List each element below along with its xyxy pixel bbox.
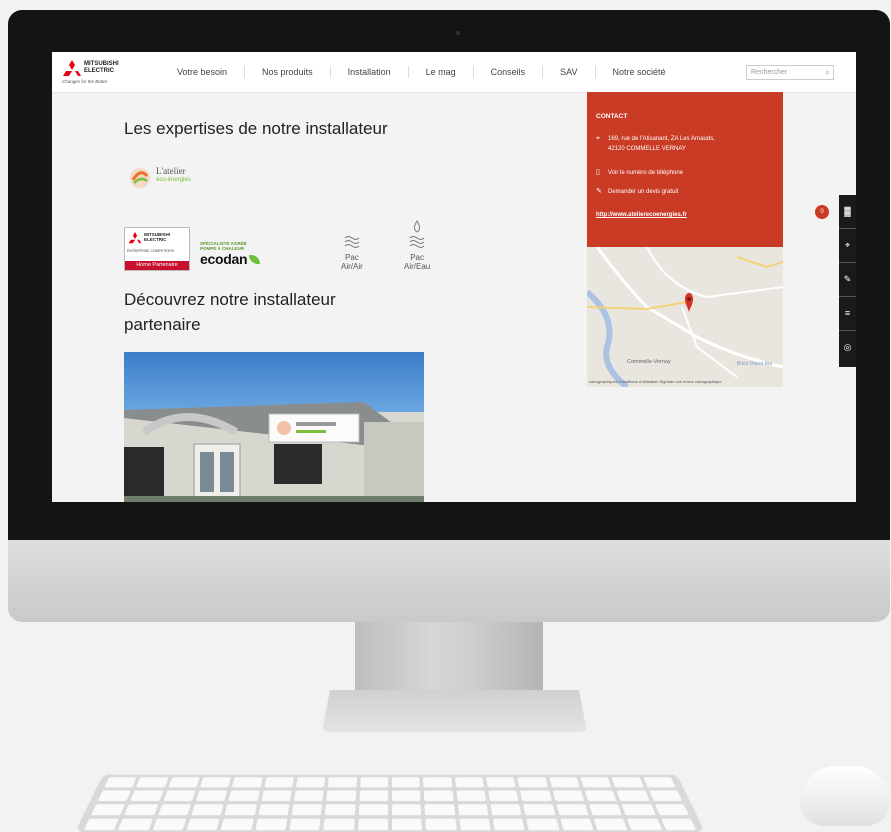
contact-quote-link[interactable]: ✎ Demander un devis gratuit (596, 187, 678, 197)
badge-bar: Home Partenaire (125, 261, 189, 270)
monitor-stand-base (322, 690, 587, 732)
main-nav: Votre besoin Nos produits Installation L… (160, 52, 683, 92)
logo-tagline: Changes for the Better (62, 79, 108, 84)
map-town-label: Commelle-Vernay (627, 359, 671, 365)
nav-sav[interactable]: SAV (543, 66, 596, 78)
latelier-sub: éco-énergies (156, 177, 191, 183)
nav-conseils[interactable]: Conseils (474, 66, 544, 78)
latelier-name: L'atelier (156, 166, 186, 176)
search-icon[interactable]: ⌕ (825, 67, 830, 78)
side-toolbar: ▓ ⌖ ✎ ≡ ◎ (839, 195, 856, 367)
compass-icon[interactable]: ◎ (839, 331, 856, 364)
logo-line2: ELECTRIC (84, 68, 114, 74)
pac-air-eau: Pac Air/Eau (404, 219, 430, 271)
browser-screen: MITSUBISHI ELECTRIC Changes for the Bett… (52, 52, 856, 502)
logo-line1: MITSUBISHI (84, 61, 119, 67)
leaf-icon (249, 255, 261, 264)
air-waves-icon (344, 236, 360, 248)
pac-air-air: Pac Air/Air (341, 233, 363, 271)
badge-brand: MITSUBISHI ELECTRIC (144, 232, 171, 242)
nav-nos-produits[interactable]: Nos produits (245, 66, 331, 78)
partner-title: Découvrez notre installateur partenaire (124, 290, 336, 334)
map-poi-label: Brico Depot Ria (737, 361, 772, 367)
nav-le-mag[interactable]: Le mag (409, 66, 474, 78)
badge-sub: ENTREPRISE COMPETENTE (127, 249, 175, 253)
pac-air-eau-label: Pac Air/Eau (404, 253, 431, 271)
mouse (800, 766, 890, 826)
notification-badge[interactable]: 0 (815, 205, 829, 219)
expertise-title: Les expertises de notre installateur (124, 119, 388, 138)
building-illustration (124, 402, 424, 502)
search-placeholder: Rechercher (751, 69, 788, 76)
monitor-chin (8, 540, 890, 622)
location-map[interactable]: Commelle-Vernay Brico Depot Ria cartogra… (587, 247, 783, 387)
contact-address: ⌖ 169, rue de l'Atisanant, ZA Les Arnauds… (596, 135, 715, 152)
keyboard (75, 774, 705, 832)
monitor-stand (355, 622, 543, 694)
map-illustration: Commelle-Vernay Brico Depot Ria (587, 247, 783, 387)
latelier-swirl-icon (130, 168, 150, 188)
contact-website-link[interactable]: http://www.atelierecoenergies.fr (596, 210, 687, 220)
location-pin-icon: ⌖ (596, 135, 600, 142)
edit-icon: ✎ (596, 188, 602, 195)
compare-icon[interactable]: ▓ (839, 195, 856, 229)
phone-icon: ▯ (596, 169, 600, 176)
installer-building-photo (124, 352, 424, 502)
water-drop-waves-icon (409, 220, 425, 248)
contact-phone-link[interactable]: ▯ Voir le numéro de téléphone (596, 168, 683, 178)
mitsubishi-diamonds-icon (63, 60, 81, 76)
nav-notre-societe[interactable]: Notre société (596, 66, 683, 78)
latelier-eco-energies-logo: L'atelier éco-énergies (124, 160, 214, 206)
pac-air-air-label: Pac Air/Air (341, 253, 363, 271)
sliders-icon[interactable]: ≡ (839, 297, 856, 331)
site-header: MITSUBISHI ELECTRIC Changes for the Bett… (52, 52, 856, 93)
nav-installation[interactable]: Installation (331, 66, 409, 78)
search-input[interactable]: Rechercher ⌕ (746, 65, 834, 80)
nav-votre-besoin[interactable]: Votre besoin (160, 66, 246, 78)
camera-dot (456, 31, 460, 35)
edit-icon[interactable]: ✎ (839, 263, 856, 297)
contact-panel: CONTACT ⌖ 169, rue de l'Atisanant, ZA Les… (587, 92, 783, 247)
ecodan-word: ecodan (200, 251, 248, 267)
mitsubishi-logo[interactable]: MITSUBISHI ELECTRIC Changes for the Bett… (62, 58, 126, 86)
ecodan-badge: SPÉCIALISTE AGRÉÉ POMPE À CHALEUR ecodan (200, 241, 270, 271)
location-icon[interactable]: ⌖ (839, 229, 856, 263)
mitsubishi-diamonds-icon (128, 232, 142, 244)
contact-title: CONTACT (596, 113, 628, 120)
mitsubishi-home-partenaire-badge: MITSUBISHI ELECTRIC ENTREPRISE COMPETENTE… (124, 227, 190, 271)
map-caption: cartographiques Conditions d'utilisation… (589, 379, 722, 384)
